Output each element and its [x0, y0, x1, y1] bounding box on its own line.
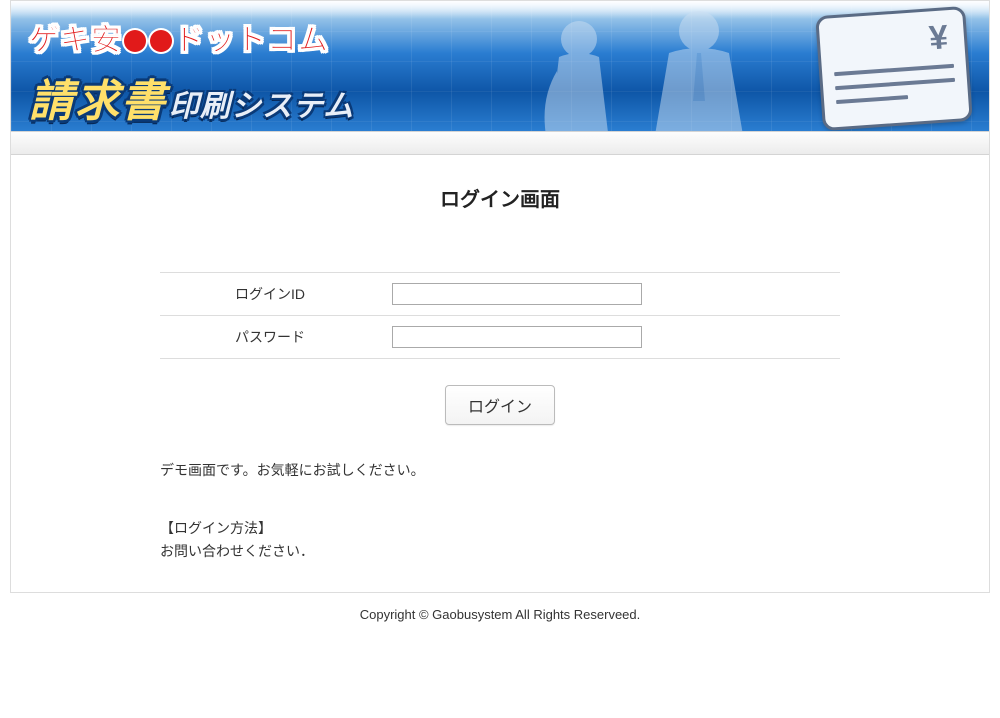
invoice-card-illustration: ¥ — [815, 6, 973, 131]
banner-line2-small: 印刷システム — [169, 90, 354, 123]
page-title: ログイン画面 — [41, 183, 959, 212]
login-id-row: ログインID — [160, 273, 840, 316]
sub-header-bar — [11, 131, 989, 155]
main-content: ログイン画面 ログインID パスワード ログイン デモ画面です。お気軽にお試しく… — [11, 155, 989, 592]
login-button[interactable]: ログイン — [445, 385, 555, 425]
password-input[interactable] — [392, 326, 642, 348]
header-banner: ¥ ゲキ安 ドットコム 請求書印刷システム — [11, 1, 989, 131]
password-row: パスワード — [160, 316, 840, 359]
footer-copyright: Copyright © Gaobusystem All Rights Reser… — [0, 593, 1000, 632]
login-id-label: ログインID — [160, 273, 380, 316]
login-method-heading: 【ログイン方法】 — [160, 517, 840, 539]
login-method-text: お問い合わせください． — [160, 540, 840, 562]
banner-line1-part2: ドットコム — [174, 24, 329, 57]
banner-title-group: ゲキ安 ドットコム 請求書印刷システム — [29, 15, 354, 129]
info-block: デモ画面です。お気軽にお試しください。 【ログイン方法】 お問い合わせください． — [160, 459, 840, 562]
red-dot-icon — [124, 30, 146, 52]
banner-line1: ゲキ安 ドットコム — [29, 15, 354, 59]
people-silhouette — [509, 1, 809, 131]
banner-line2: 請求書印刷システム — [29, 65, 354, 129]
yen-icon: ¥ — [831, 20, 953, 62]
red-dot-icon — [150, 30, 172, 52]
password-label: パスワード — [160, 316, 380, 359]
banner-line2-big: 請求書 — [29, 77, 167, 126]
banner-line1-part1: ゲキ安 — [29, 24, 122, 57]
login-form-table: ログインID パスワード — [160, 272, 840, 359]
login-id-input[interactable] — [392, 283, 642, 305]
submit-row: ログイン — [41, 385, 959, 425]
demo-text: デモ画面です。お気軽にお試しください。 — [160, 459, 840, 481]
app-container: ¥ ゲキ安 ドットコム 請求書印刷システム ログイン画面 ログインID — [10, 0, 990, 593]
